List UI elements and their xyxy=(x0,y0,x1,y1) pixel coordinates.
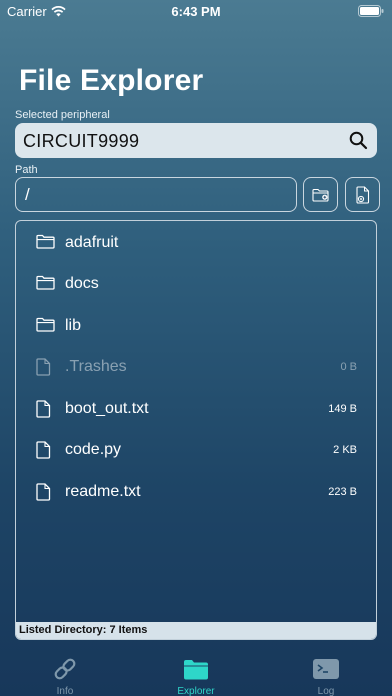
file-name: .Trashes xyxy=(65,358,127,375)
tab-info-label: Info xyxy=(56,686,74,696)
tab-explorer-label: Explorer xyxy=(177,686,215,696)
file-row-docs[interactable]: docs xyxy=(16,264,376,304)
file-name: lib xyxy=(65,317,82,334)
file-row-boot-out[interactable]: boot_out.txt 149 B xyxy=(16,389,376,429)
folder-icon xyxy=(36,275,55,290)
tab-bar: Info Explorer Log xyxy=(0,644,392,696)
new-folder-button[interactable] xyxy=(303,177,338,212)
document-icon xyxy=(36,441,51,459)
file-row-adafruit[interactable]: adafruit xyxy=(16,223,376,263)
folder-plus-icon xyxy=(311,188,329,202)
listing-status: Listed Directory: 7 Items xyxy=(16,622,376,639)
terminal-icon xyxy=(313,659,339,679)
file-name: boot_out.txt xyxy=(65,400,149,417)
folder-icon xyxy=(36,234,55,249)
file-row-lib[interactable]: lib xyxy=(16,306,376,346)
file-row-code-py[interactable]: code.py 2 KB xyxy=(16,430,376,470)
file-plus-icon xyxy=(355,185,369,204)
file-size: 2 KB xyxy=(333,444,357,456)
document-icon xyxy=(36,400,51,418)
file-size: 149 B xyxy=(328,403,357,415)
document-icon xyxy=(36,358,51,376)
folder-icon xyxy=(36,317,55,332)
document-icon xyxy=(36,483,51,501)
file-name: docs xyxy=(65,275,99,292)
tab-explorer[interactable]: Explorer xyxy=(146,654,246,696)
path-input[interactable]: / xyxy=(15,177,297,212)
peripheral-label: Selected peripheral xyxy=(15,109,110,121)
file-list: adafruit docs lib .Trashes 0 B boot_out.… xyxy=(15,220,377,640)
status-bar: Carrier 6:43 PM xyxy=(0,0,392,22)
link-icon xyxy=(54,658,76,680)
tab-log[interactable]: Log xyxy=(276,654,376,696)
page-title: File Explorer xyxy=(19,64,204,97)
file-name: readme.txt xyxy=(65,483,141,500)
status-time: 6:43 PM xyxy=(171,4,221,19)
peripheral-name: CIRCUIT9999 xyxy=(23,131,140,151)
battery-icon xyxy=(358,5,384,17)
tab-info[interactable]: Info xyxy=(15,654,115,696)
peripheral-selector[interactable]: CIRCUIT9999 xyxy=(15,123,377,158)
new-file-button[interactable] xyxy=(345,177,380,212)
path-label: Path xyxy=(15,164,38,176)
folder-filled-icon xyxy=(184,659,208,679)
file-size: 223 B xyxy=(328,486,357,498)
file-row-readme[interactable]: readme.txt 223 B xyxy=(16,472,376,512)
file-size: 0 B xyxy=(340,361,357,373)
file-name: adafruit xyxy=(65,234,119,251)
file-name: code.py xyxy=(65,441,122,458)
file-row-trashes[interactable]: .Trashes 0 B xyxy=(16,347,376,387)
search-icon[interactable] xyxy=(349,131,368,150)
tab-log-label: Log xyxy=(317,686,335,696)
